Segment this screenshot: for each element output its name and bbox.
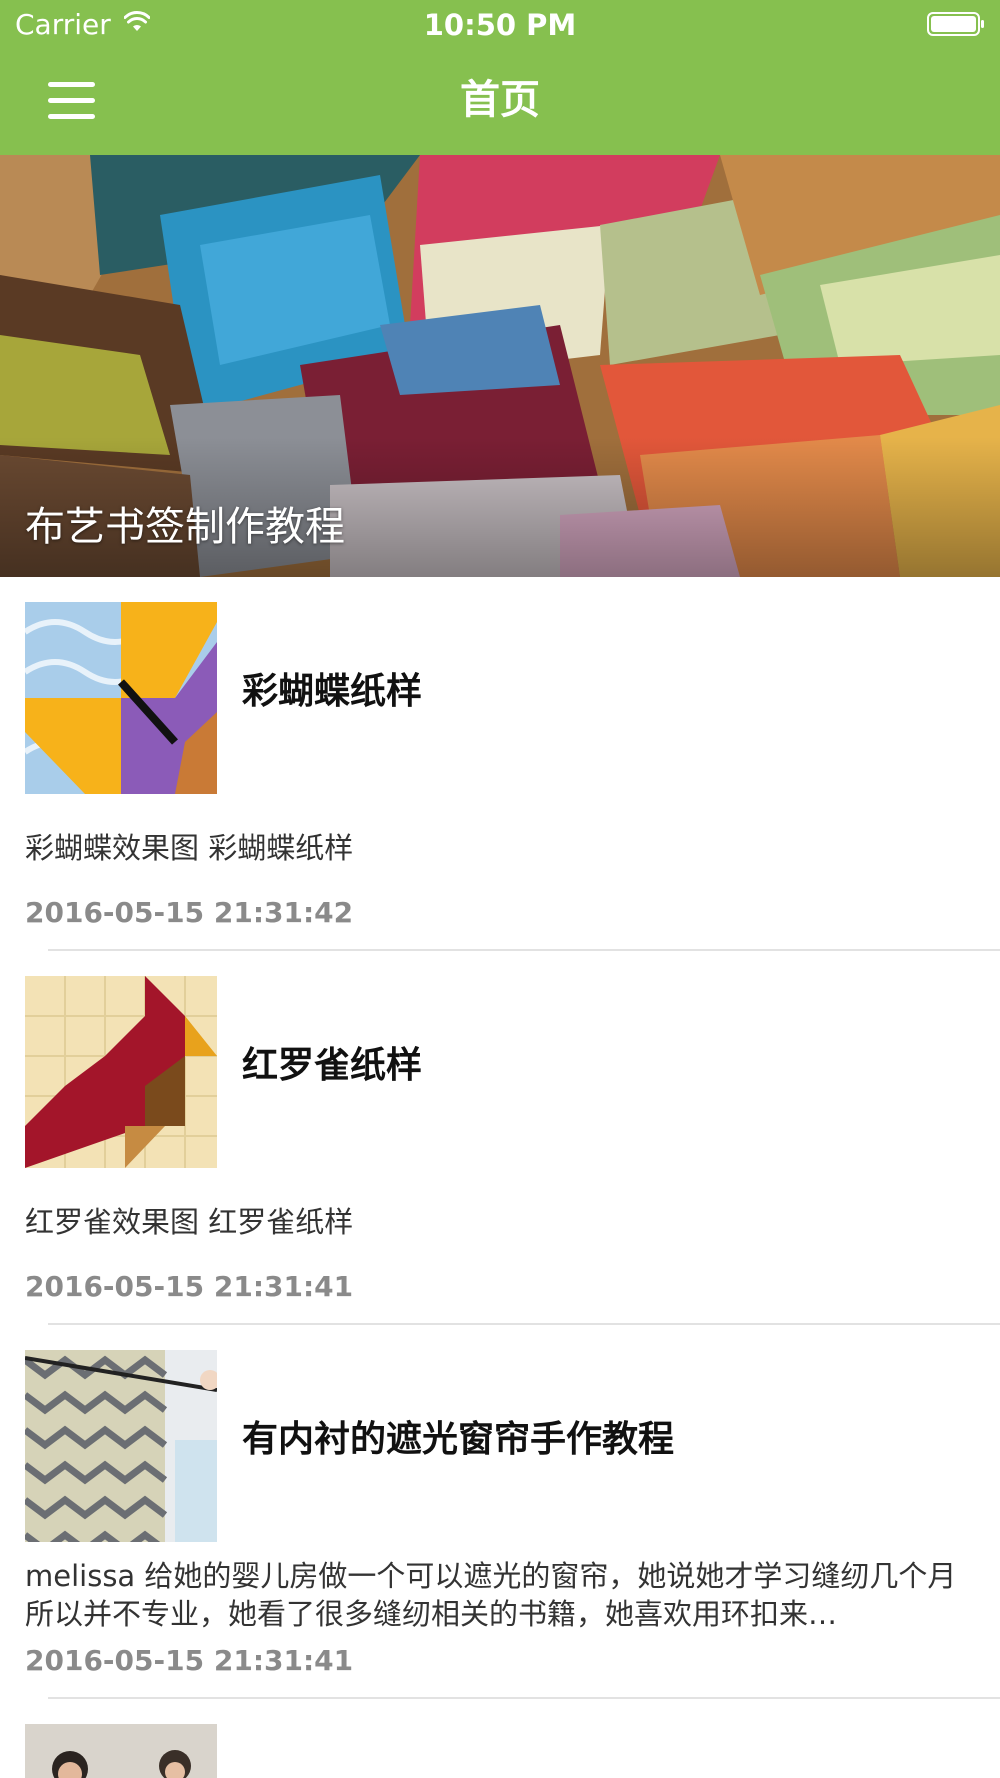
article-summary: 红罗雀效果图 红罗雀纸样 (25, 1205, 354, 1239)
hero-caption: 布艺书签制作教程 (25, 504, 345, 550)
article-title: 彩蝴蝶纸样 (242, 671, 423, 712)
article-thumbnail (25, 1724, 217, 1778)
article-thumbnail (25, 976, 217, 1168)
article-summary: melissa 给她的婴儿房做一个可以遮光的窗帘，她说她才学习缝纫几个月所以并不… (25, 1559, 957, 1631)
status-time: 10:50 PM (423, 8, 577, 42)
article-title: 红罗雀纸样 (242, 1045, 423, 1086)
article-summary: 彩蝴蝶效果图 彩蝴蝶纸样 (25, 831, 354, 865)
article-date: 2016-05-15 21:31:41 (25, 1644, 354, 1677)
top-bar: Carrier 10:50 PM 首页 (0, 0, 1000, 155)
list-item[interactable]: 红罗雀纸样 红罗雀效果图 红罗雀纸样 2016-05-15 21:31:41 (0, 951, 1000, 1325)
article-title: 有内衬的遮光窗帘手作教程 (242, 1419, 675, 1460)
hero-banner[interactable]: 布艺书签制作教程 (0, 155, 1000, 577)
battery-icon (927, 12, 984, 36)
list-item[interactable]: 有内衬的遮光窗帘手作教程 melissa 给她的婴儿房做一个可以遮光的窗帘，她说… (0, 1325, 1000, 1699)
article-date: 2016-05-15 21:31:42 (25, 896, 354, 929)
list-item[interactable]: 彩蝴蝶纸样 彩蝴蝶效果图 彩蝴蝶纸样 2016-05-15 21:31:42 (0, 577, 1000, 951)
list-item[interactable] (0, 1699, 1000, 1778)
article-thumbnail (25, 1350, 217, 1542)
page-title: 首页 (460, 77, 540, 123)
article-date: 2016-05-15 21:31:41 (25, 1270, 354, 1303)
article-thumbnail (25, 602, 217, 794)
